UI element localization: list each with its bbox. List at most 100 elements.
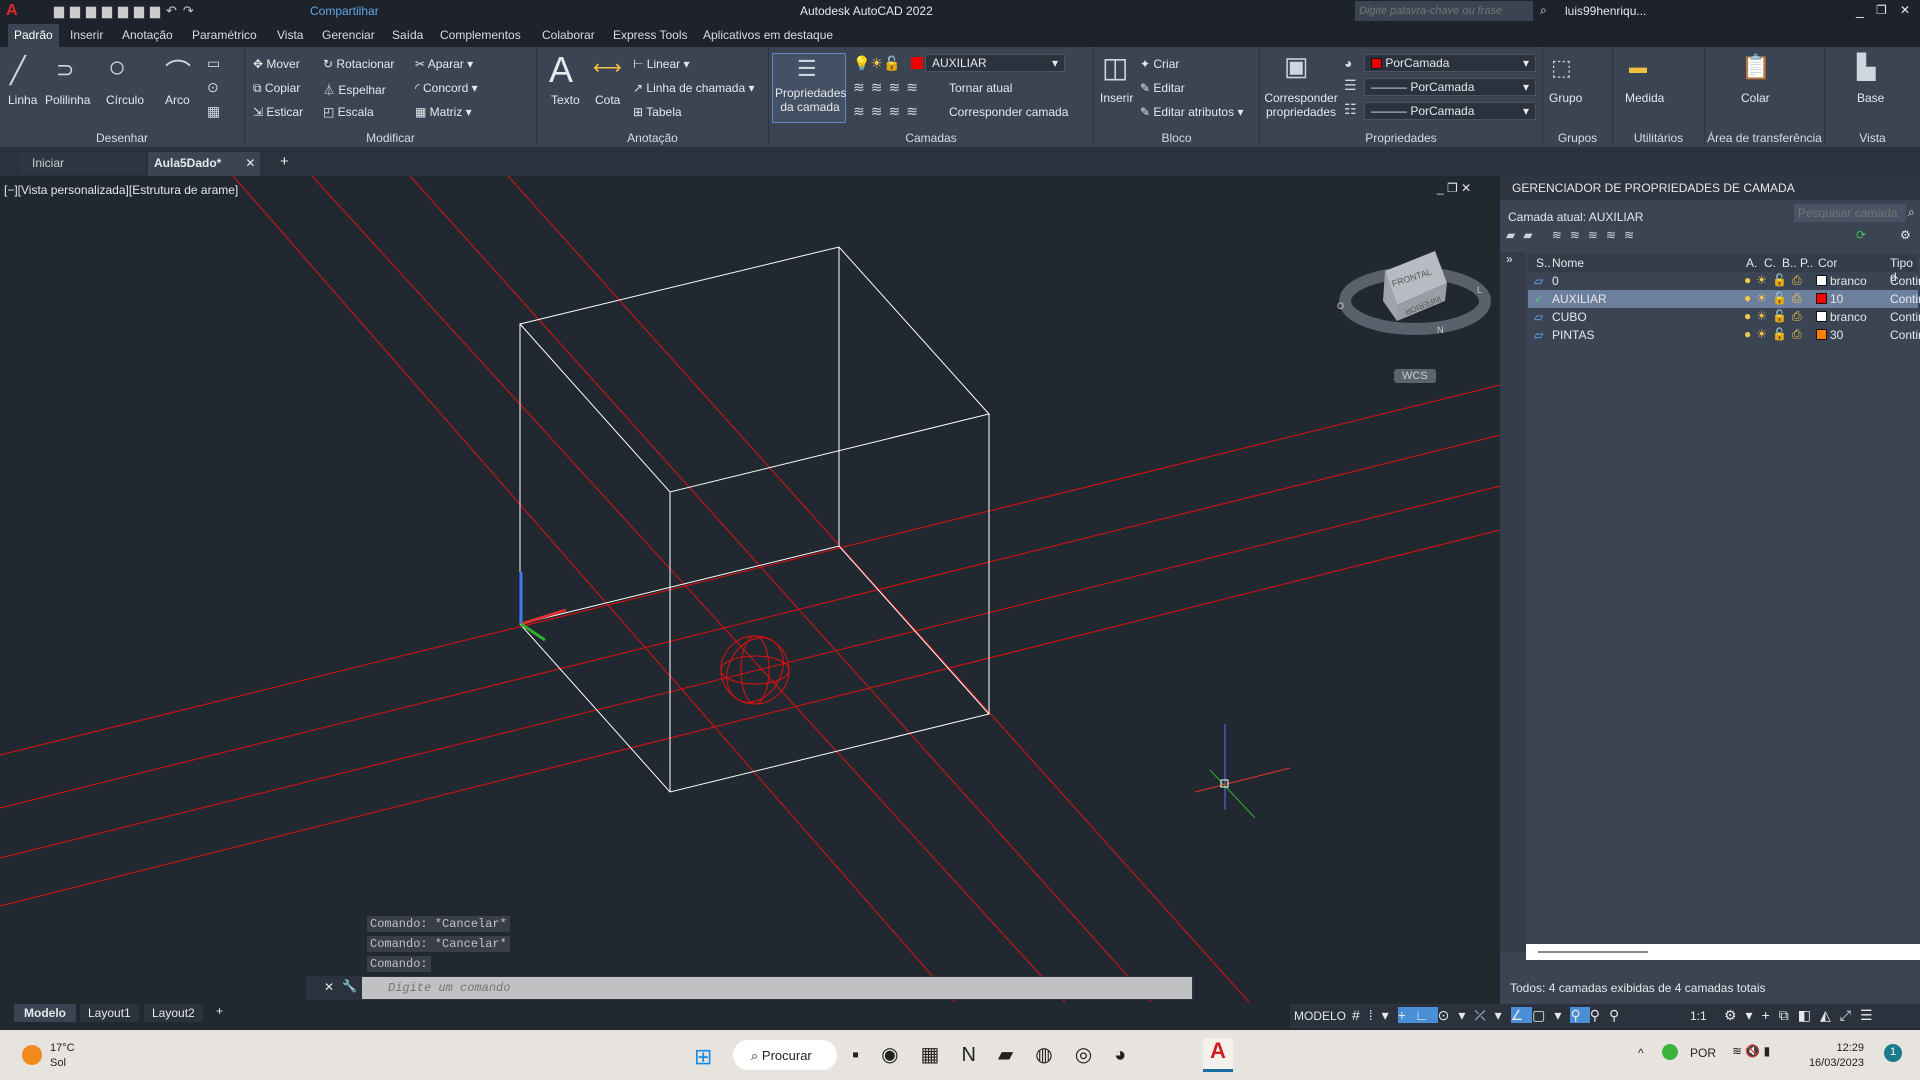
- layer-tool-icons-2[interactable]: ≋≋≋≋: [853, 103, 924, 120]
- col-on[interactable]: A.: [1746, 256, 1757, 270]
- status-toggles[interactable]: #⁞▾+∟⊙▾⤫▾∠▢▾⚲⚲⚲: [1352, 1007, 1628, 1024]
- layer-name[interactable]: 0: [1552, 274, 1559, 288]
- base-view-icon[interactable]: ▙: [1857, 53, 1875, 82]
- base-button[interactable]: Base: [1857, 91, 1884, 105]
- col-name[interactable]: Nome: [1552, 256, 1584, 270]
- close-command-icon[interactable]: ✕: [324, 980, 334, 994]
- text-icon[interactable]: A: [549, 49, 573, 91]
- col-color[interactable]: Cor: [1818, 256, 1837, 270]
- trim-button[interactable]: ✂ Aparar ▾: [415, 57, 473, 71]
- viewport-controls[interactable]: [−][Vista personalizada][Estrutura de ar…: [4, 183, 238, 197]
- tab-anotacao[interactable]: Anotação: [122, 28, 173, 42]
- circle-button[interactable]: Círculo: [106, 93, 144, 107]
- tab-colaborar[interactable]: Colaborar: [542, 28, 595, 42]
- taskbar-apps[interactable]: ▪◉▦N▰◍◎◕: [852, 1042, 1148, 1067]
- layer-name[interactable]: CUBO: [1552, 310, 1587, 324]
- horizontal-scrollbar[interactable]: [1526, 944, 1920, 960]
- refresh-icon[interactable]: ⟳: [1856, 228, 1866, 242]
- rectangle-icon[interactable]: ▭: [207, 55, 220, 72]
- polyline-button[interactable]: Polilinha: [45, 93, 90, 107]
- move-button[interactable]: ✥ Mover: [253, 57, 300, 71]
- group-label[interactable]: Vista: [1825, 131, 1920, 145]
- array-button[interactable]: ▦ Matriz ▾: [415, 105, 472, 119]
- close-button[interactable]: ✕: [1900, 3, 1910, 17]
- table-button[interactable]: ⊞ Tabela: [633, 105, 682, 119]
- share-button[interactable]: Compartilhar: [310, 4, 379, 18]
- color-swatch[interactable]: [1816, 293, 1827, 304]
- layer-name[interactable]: AUXILIAR: [1552, 292, 1607, 306]
- tab-modelo[interactable]: Modelo: [14, 1004, 76, 1022]
- match-layer-button[interactable]: Corresponder camada: [949, 105, 1068, 119]
- layer-state-icons[interactable]: ●☀🔓⎙: [1744, 327, 1807, 342]
- stretch-button[interactable]: ⇲ Esticar: [253, 105, 303, 119]
- layer-row[interactable]: ▱ CUBO ●☀🔓⎙ branco Contin: [1528, 308, 1920, 326]
- color-swatch[interactable]: [1816, 311, 1827, 322]
- insert-button[interactable]: Inserir: [1100, 91, 1133, 105]
- layer-color[interactable]: 10: [1830, 292, 1843, 306]
- match-properties-button[interactable]: Corresponder propriedades: [1264, 91, 1338, 119]
- customize-wrench-icon[interactable]: 🔧: [342, 979, 357, 993]
- clock-date[interactable]: 16/03/2023: [1808, 1057, 1864, 1069]
- layer-search-input[interactable]: [1794, 204, 1906, 222]
- layer-row[interactable]: ▱ PINTAS ●☀🔓⎙ 30 Contin: [1528, 326, 1920, 344]
- tray-overflow-icon[interactable]: ^: [1638, 1046, 1644, 1060]
- tab-gerenciar[interactable]: Gerenciar: [322, 28, 375, 42]
- edit-attributes-button[interactable]: ✎ Editar atributos ▾: [1140, 105, 1243, 119]
- group-button[interactable]: Grupo: [1549, 91, 1582, 105]
- color-dropdown[interactable]: PorCamada ▾: [1364, 54, 1536, 72]
- drawing-viewport[interactable]: FRONTAL INFERIOR O N L [−][Vista persona…: [0, 176, 1500, 1006]
- layer-state-icons[interactable]: ●☀🔓⎙: [1744, 291, 1807, 306]
- tab-inserir[interactable]: Inserir: [70, 28, 103, 42]
- tray-app-icon[interactable]: [1662, 1044, 1678, 1060]
- hatch-icon[interactable]: ▦: [207, 103, 220, 120]
- layer-toolbar[interactable]: ▰▰ ≋≋≋≋≋: [1506, 228, 1642, 242]
- layer-linetype[interactable]: Contin: [1890, 310, 1920, 324]
- notification-badge[interactable]: 1: [1884, 1044, 1902, 1062]
- layer-tool-icons[interactable]: ≋≋≋≋: [853, 79, 924, 96]
- dimension-button[interactable]: Cota: [595, 93, 620, 107]
- tab-aula5dado[interactable]: Aula5Dado* ✕: [148, 152, 260, 176]
- tab-aplicativos[interactable]: Aplicativos em destaque: [703, 28, 833, 42]
- close-tab-icon[interactable]: ✕: [245, 156, 255, 170]
- clock-time[interactable]: 12:29: [1808, 1042, 1864, 1054]
- create-block-button[interactable]: ✦ Criar: [1140, 57, 1179, 71]
- layer-properties-button[interactable]: ☰ Propriedades da camada: [772, 53, 846, 123]
- scale-button[interactable]: ◰ Escala: [323, 105, 374, 119]
- insert-block-icon[interactable]: ◫: [1102, 51, 1128, 84]
- layer-color[interactable]: 30: [1830, 328, 1843, 342]
- dimension-icon[interactable]: ⟷: [593, 55, 622, 80]
- col-status[interactable]: S..: [1536, 256, 1551, 270]
- layer-linetype[interactable]: Contin: [1890, 292, 1920, 306]
- layer-row[interactable]: ✓ AUXILIAR ●☀🔓⎙ 10 Contin: [1528, 290, 1920, 308]
- tab-layout1[interactable]: Layout1: [80, 1004, 139, 1022]
- group-label[interactable]: Grupos: [1543, 131, 1612, 145]
- measure-button[interactable]: Medida: [1625, 91, 1664, 105]
- new-tab-button[interactable]: +: [280, 153, 289, 170]
- layer-color[interactable]: branco: [1830, 310, 1867, 324]
- group-label[interactable]: Anotação: [537, 131, 768, 145]
- tab-express-tools[interactable]: Express Tools: [613, 28, 687, 42]
- col-plot[interactable]: P..: [1800, 256, 1813, 270]
- col-freeze[interactable]: C.: [1764, 256, 1776, 270]
- layer-linetype[interactable]: Contin: [1890, 274, 1920, 288]
- arc-button[interactable]: Arco: [165, 93, 190, 107]
- tab-iniciar[interactable]: Iniciar: [20, 152, 145, 174]
- windows-start-icon[interactable]: ⊞: [694, 1044, 712, 1070]
- language-indicator[interactable]: POR: [1690, 1046, 1716, 1060]
- layer-row[interactable]: ▱ 0 ●☀🔓⎙ branco Contin: [1528, 272, 1920, 290]
- command-input[interactable]: [362, 977, 1192, 999]
- lineweight-dropdown[interactable]: ——— PorCamada ▾: [1364, 102, 1536, 120]
- weather-temp[interactable]: 17°C: [50, 1042, 75, 1054]
- group-label[interactable]: Camadas: [769, 131, 1093, 145]
- group-label[interactable]: Propriedades: [1260, 131, 1542, 145]
- layer-state-icons[interactable]: 💡☀🔓: [853, 55, 900, 72]
- match-properties-icon[interactable]: ▣: [1284, 51, 1309, 82]
- tab-padrao[interactable]: Padrão: [8, 24, 59, 47]
- minimize-button[interactable]: _: [1856, 2, 1864, 18]
- ellipse-icon[interactable]: ⊙: [207, 79, 219, 96]
- measure-icon[interactable]: ▬: [1629, 57, 1647, 78]
- settings-gear-icon[interactable]: ⚙: [1900, 228, 1911, 242]
- edit-block-button[interactable]: ✎ Editar: [1140, 81, 1185, 95]
- layer-linetype[interactable]: Contin: [1890, 328, 1920, 342]
- taskbar-search[interactable]: ⌕ Procurar: [733, 1040, 837, 1070]
